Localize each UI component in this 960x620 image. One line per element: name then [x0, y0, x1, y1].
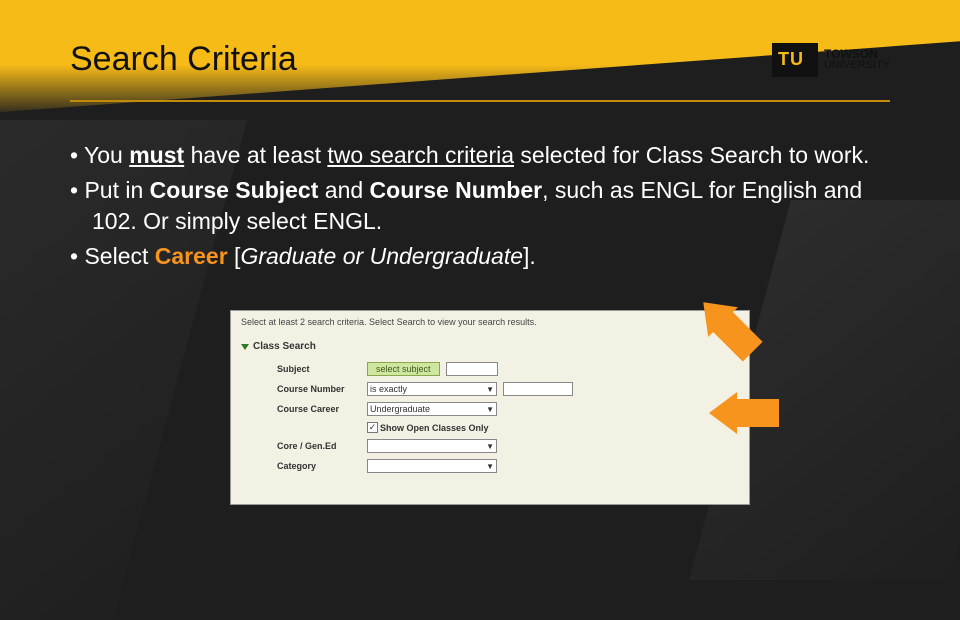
- logo-text: TOWSON UNIVERSITY: [824, 48, 890, 71]
- text-italic: Graduate or Undergraduate: [240, 243, 523, 269]
- text: selected for Class Search to work.: [514, 142, 869, 168]
- bullet-list: You must have at least two search criter…: [70, 140, 890, 276]
- select-subject-button[interactable]: select subject: [367, 362, 440, 376]
- chevron-down-icon: ▼: [486, 385, 494, 394]
- row-show-open: ✓ Show Open Classes Only: [241, 422, 739, 433]
- core-gened-select[interactable]: ▼: [367, 439, 497, 453]
- collapse-triangle-icon[interactable]: [241, 344, 249, 350]
- emphasis-career: Career: [155, 243, 228, 269]
- chevron-down-icon: ▼: [486, 462, 494, 471]
- header: Search Criteria TOWSON UNIVERSITY: [0, 40, 960, 79]
- label-subject: Subject: [277, 364, 367, 374]
- label-category: Category: [277, 461, 367, 471]
- text: [: [228, 243, 241, 269]
- emphasis-must: must: [129, 142, 184, 168]
- row-course-career: Course Career Undergraduate ▼: [241, 402, 739, 416]
- logo-mark-icon: [772, 43, 818, 77]
- logo-secondary: UNIVERSITY: [824, 60, 890, 71]
- chevron-down-icon: ▼: [486, 442, 494, 451]
- label-core-gened: Core / Gen.Ed: [277, 441, 367, 451]
- label-course-number: Course Number: [277, 384, 367, 394]
- bullet-item-3: Select Career [Graduate or Undergraduate…: [70, 241, 890, 272]
- show-open-checkbox[interactable]: ✓ Show Open Classes Only: [367, 422, 489, 433]
- panel-instruction: Select at least 2 search criteria. Selec…: [241, 317, 739, 327]
- text: and: [318, 177, 369, 203]
- emphasis-two-criteria: two search criteria: [327, 142, 514, 168]
- category-select[interactable]: ▼: [367, 459, 497, 473]
- course-number-input[interactable]: [503, 382, 573, 396]
- section-header[interactable]: Class Search: [241, 341, 739, 352]
- emphasis-course-number: Course Number: [370, 177, 543, 203]
- row-core-gened: Core / Gen.Ed ▼: [241, 439, 739, 453]
- course-number-match-select[interactable]: is exactly ▼: [367, 382, 497, 396]
- text: have at least: [184, 142, 327, 168]
- bullet-item-1: You must have at least two search criter…: [70, 140, 890, 171]
- bullet-item-2: Put in Course Subject and Course Number,…: [70, 175, 890, 237]
- row-course-number: Course Number is exactly ▼: [241, 382, 739, 396]
- towson-logo: TOWSON UNIVERSITY: [772, 43, 890, 77]
- course-career-select[interactable]: Undergraduate ▼: [367, 402, 497, 416]
- select-value: Undergraduate: [370, 404, 430, 414]
- class-search-screenshot: Select at least 2 search criteria. Selec…: [230, 310, 750, 505]
- class-search-panel: Select at least 2 search criteria. Selec…: [230, 310, 750, 505]
- text: Select: [84, 243, 154, 269]
- callout-arrow-icon: [709, 391, 779, 435]
- page-title: Search Criteria: [70, 40, 297, 79]
- subject-code-input[interactable]: [446, 362, 498, 376]
- emphasis-course-subject: Course Subject: [150, 177, 319, 203]
- section-title-text: Class Search: [253, 341, 316, 352]
- text: ].: [523, 243, 536, 269]
- row-subject: Subject select subject: [241, 362, 739, 376]
- header-divider: [70, 100, 890, 102]
- label-course-career: Course Career: [277, 404, 367, 414]
- select-value: is exactly: [370, 384, 407, 394]
- chevron-down-icon: ▼: [486, 405, 494, 414]
- text: You: [84, 142, 129, 168]
- checkbox-label: Show Open Classes Only: [380, 423, 489, 433]
- row-category: Category ▼: [241, 459, 739, 473]
- text: Put in: [84, 177, 149, 203]
- checkbox-icon[interactable]: ✓: [367, 422, 378, 433]
